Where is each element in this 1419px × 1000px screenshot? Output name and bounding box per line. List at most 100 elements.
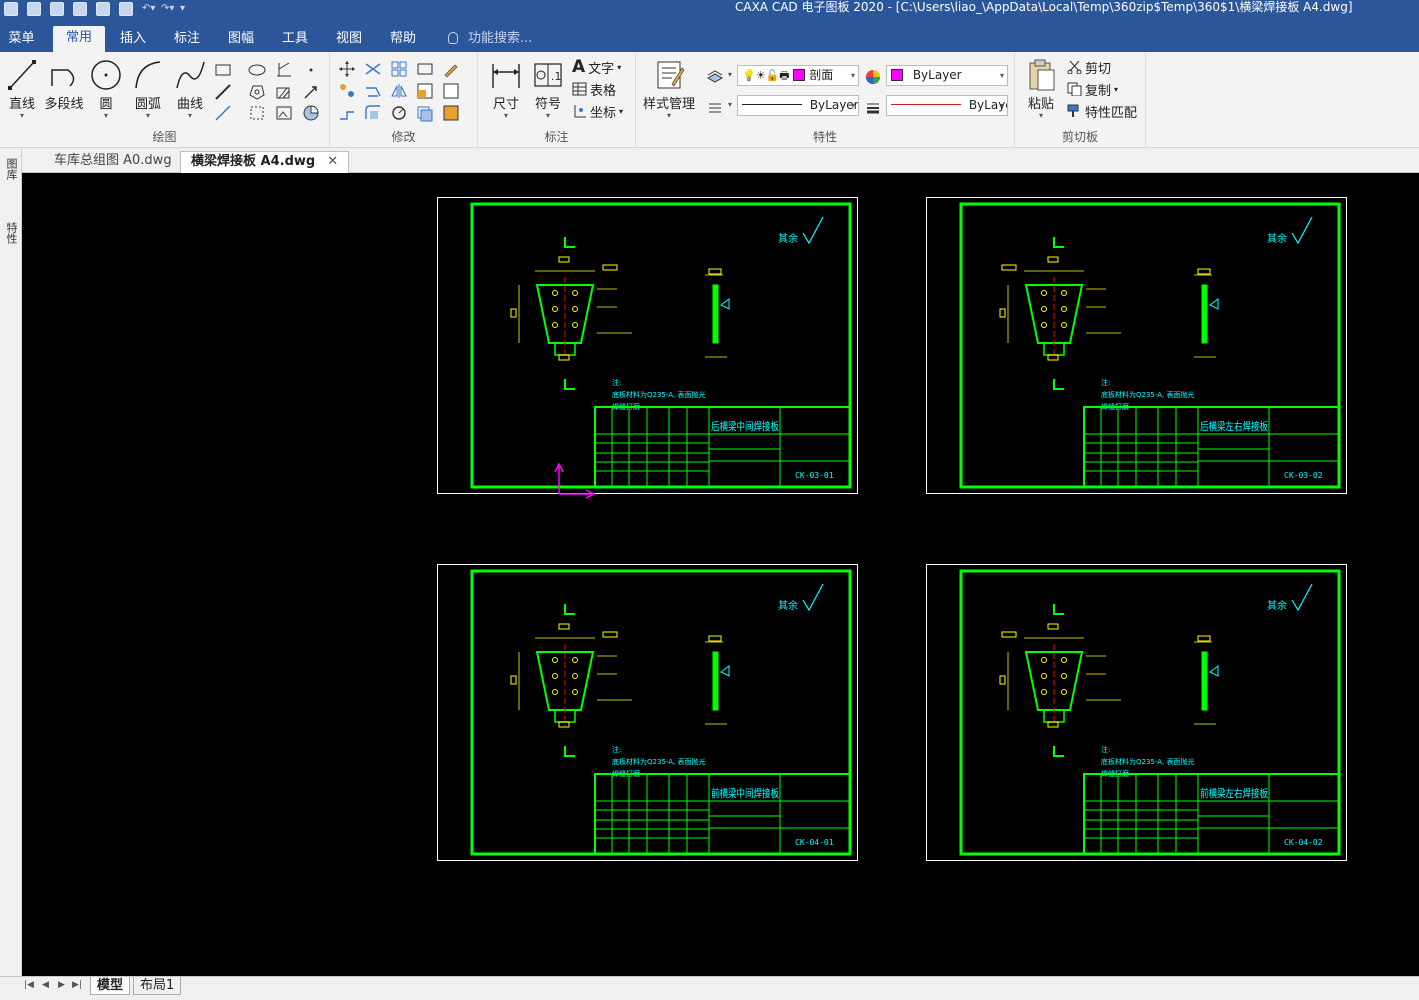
array-icon[interactable] <box>390 60 408 78</box>
fill-color-icon[interactable] <box>442 82 460 100</box>
leader-icon[interactable] <box>302 83 320 101</box>
new-file-icon[interactable] <box>27 2 41 16</box>
fillet-icon[interactable] <box>364 104 382 122</box>
match-properties-button[interactable]: 特性匹配 <box>1067 101 1137 121</box>
lineweight-icon[interactable] <box>864 98 882 116</box>
layout-tab-layout1[interactable]: 布局1 <box>133 977 182 995</box>
section-marker <box>1053 604 1064 757</box>
scale-icon[interactable] <box>416 82 434 100</box>
circle-button[interactable]: 圆 ▾ <box>88 58 124 120</box>
dimension-button[interactable]: 尺寸 ▾ <box>486 58 526 120</box>
coordinate-button[interactable]: 坐标 ▾ <box>572 101 623 121</box>
layout-tab-model[interactable]: 模型 <box>90 977 131 995</box>
weld-hole <box>572 322 578 328</box>
sheet-code: CK-04-02 <box>1284 838 1323 847</box>
symbol-label: 符号 <box>534 97 561 112</box>
weld-hole <box>572 306 578 312</box>
image-icon[interactable] <box>275 104 293 122</box>
mirror-icon[interactable] <box>390 82 408 100</box>
save-icon[interactable] <box>73 2 87 16</box>
scissors-icon <box>1067 60 1082 74</box>
layer-combo[interactable]: 💡☀🔓🖶 剖面 ▾ <box>737 65 859 86</box>
paste-button[interactable]: 粘贴 ▾ <box>1021 58 1061 120</box>
weld-hole <box>572 673 578 679</box>
dimension-label: 尺寸 <box>492 97 519 112</box>
menu-item-main[interactable]: 菜单 <box>0 25 43 52</box>
dimension-text-box <box>510 675 517 685</box>
copy-properties-icon[interactable] <box>442 104 460 122</box>
plate-side-view <box>712 284 719 344</box>
pie-region-icon[interactable] <box>302 104 320 122</box>
open-file-icon[interactable] <box>50 2 64 16</box>
dimension-text-box <box>708 268 722 275</box>
linetype-manager-icon[interactable] <box>706 98 724 116</box>
layer-manager-icon[interactable] <box>706 68 724 86</box>
match-properties-label: 特性匹配 <box>1085 105 1138 121</box>
explode-icon[interactable] <box>338 82 356 100</box>
drawing-svg[interactable]: 其余注:底板材料为Q235-A, 表面抛光焊缝打磨后横梁中间焊接板CK-03-0… <box>22 173 1419 976</box>
arc-button[interactable]: 圆弧 ▾ <box>130 58 166 120</box>
centerline-icon[interactable] <box>275 61 293 79</box>
format-brush-icon[interactable] <box>442 60 460 78</box>
hatch-icon[interactable] <box>275 83 293 101</box>
offset-icon[interactable] <box>416 104 434 122</box>
menu-item-common[interactable]: 常用 <box>53 26 105 52</box>
undo-icon[interactable]: ↶▾ <box>142 4 155 14</box>
ellipse-icon[interactable] <box>248 61 266 79</box>
trim-icon[interactable] <box>364 60 382 78</box>
lineweight-combo[interactable]: ByLaye ▾ <box>886 95 1008 116</box>
extend-icon[interactable] <box>364 82 382 100</box>
customize-qat-icon[interactable]: ▾ <box>180 4 190 14</box>
chamfer-icon[interactable] <box>338 104 356 122</box>
menu-item-view[interactable]: 视图 <box>328 25 370 52</box>
menu-item-annotate[interactable]: 标注 <box>166 25 208 52</box>
print-icon[interactable] <box>119 2 133 16</box>
first-layout-icon[interactable]: |◀ <box>24 980 34 990</box>
move-icon[interactable] <box>338 60 356 78</box>
save-as-icon[interactable] <box>96 2 110 16</box>
side-tab-library[interactable]: 图库 <box>2 158 18 180</box>
polygon-icon[interactable] <box>248 83 266 101</box>
copy-button[interactable]: 复制 ▾ <box>1067 79 1118 99</box>
style-manager-icon <box>657 61 685 89</box>
dimension-text-box <box>510 308 517 318</box>
symbol-button[interactable]: .1 符号 ▾ <box>528 58 568 120</box>
redo-icon[interactable]: ↷▾ <box>161 4 174 14</box>
rectangle-icon[interactable] <box>214 61 232 79</box>
curve-button[interactable]: 曲线 ▾ <box>172 58 208 120</box>
next-layout-icon[interactable]: ▶ <box>58 980 65 990</box>
doc-tab-beam-weld-plate[interactable]: 横梁焊接板 A4.dwg ✕ <box>180 151 350 173</box>
menu-item-insert[interactable]: 插入 <box>112 25 154 52</box>
title-bar: ↶▾ ↷▾ ▾ CAXA CAD 电子图板 2020 - [C:\Users\l… <box>0 0 1419 25</box>
drawing-canvas[interactable]: 其余 注: 底板材料为Q235-A, 表面抛光 焊缝打磨 后横梁中间焊接板 CK-03-0… <box>22 173 1419 976</box>
point-icon[interactable] <box>302 61 320 79</box>
app-icon[interactable] <box>4 2 18 16</box>
last-layout-icon[interactable]: ▶| <box>72 980 82 990</box>
close-icon[interactable]: ✕ <box>327 154 338 169</box>
hatch-line-icon[interactable] <box>214 83 232 101</box>
roughness-note: 其余 <box>1267 599 1287 612</box>
menu-item-sheet[interactable]: 图幅 <box>220 25 262 52</box>
polyline-button[interactable]: 多段线 <box>42 58 86 112</box>
table-button[interactable]: 表格 <box>572 79 616 99</box>
lightbulb-icon <box>448 32 458 44</box>
title-block: 后横梁左右焊接板 CK-03-02 <box>1083 406 1340 488</box>
construction-line-icon[interactable] <box>214 104 232 122</box>
line-button[interactable]: 直线 ▾ <box>4 58 40 120</box>
text-button[interactable]: A 文字 ▾ <box>572 57 621 77</box>
function-search[interactable]: 功能搜索... <box>448 25 532 52</box>
style-manager-button[interactable]: 样式管理 ▾ <box>642 58 696 120</box>
menu-item-tools[interactable]: 工具 <box>274 25 316 52</box>
prev-layout-icon[interactable]: ◀ <box>42 980 49 990</box>
rotate-icon[interactable] <box>390 104 408 122</box>
doc-tab-garage-assembly[interactable]: 车库总组图 A0.dwg <box>44 151 182 173</box>
color-wheel-icon[interactable] <box>864 68 882 86</box>
color-combo[interactable]: ByLayer ▾ <box>886 65 1008 86</box>
cut-button[interactable]: 剪切 <box>1067 57 1111 77</box>
menu-item-help[interactable]: 帮助 <box>382 25 424 52</box>
side-tab-properties[interactable]: 特性 <box>2 222 18 244</box>
linetype-combo[interactable]: ByLayer ▾ <box>737 95 859 116</box>
stretch-icon[interactable] <box>416 60 434 78</box>
sheet-code: CK-03-02 <box>1284 471 1323 480</box>
block-icon[interactable] <box>248 104 266 122</box>
